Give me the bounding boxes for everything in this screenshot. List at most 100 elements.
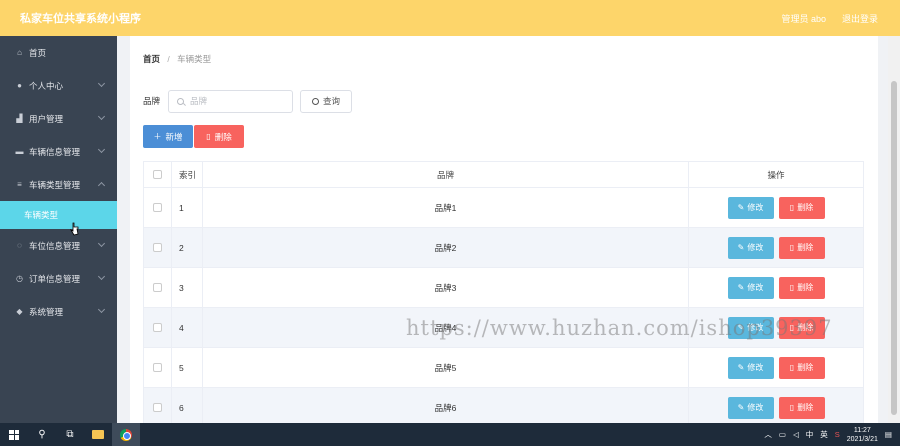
sidebar-item-label: 用户管理 xyxy=(29,113,64,124)
page-scrollbar[interactable] xyxy=(888,36,900,423)
sidebar-item-label: 车辆类型管理 xyxy=(29,179,81,190)
add-button[interactable]: ＋ 新增 xyxy=(143,125,193,148)
scrollbar-thumb[interactable] xyxy=(891,81,897,415)
row-brand: 品牌1 xyxy=(203,188,689,227)
tray-chevron-icon[interactable]: ︿ xyxy=(764,429,772,440)
notification-icon[interactable]: ▤ xyxy=(885,430,892,439)
search-input[interactable]: 品牌 xyxy=(168,89,294,113)
row-delete-label: 删除 xyxy=(797,203,814,212)
edit-label: 修改 xyxy=(747,363,764,372)
table-row: 3 品牌3 ✎ 修改 ▯ 删除 xyxy=(144,268,863,308)
system-tray: ︿ ▭ ◁ 中 英 S 11:27 2021/3/21 ▤ xyxy=(764,423,900,446)
row-ops: ✎ 修改 ▯ 删除 xyxy=(689,268,863,307)
row-ops: ✎ 修改 ▯ 删除 xyxy=(689,388,863,423)
antivirus-icon[interactable]: S xyxy=(835,430,840,439)
file-explorer-button[interactable] xyxy=(84,423,112,446)
header-brand: 品牌 xyxy=(203,162,689,187)
row-checkbox[interactable] xyxy=(153,203,162,212)
action-row: ＋ 新增 ▯ 删除 xyxy=(143,125,244,148)
select-all-checkbox[interactable] xyxy=(153,170,162,179)
pin-icon: ◆ xyxy=(16,307,23,316)
row-checkbox[interactable] xyxy=(153,243,162,252)
edit-button[interactable]: ✎ 修改 xyxy=(727,196,774,219)
row-brand: 品牌5 xyxy=(203,348,689,387)
watermark: https://www.huzhan.com/ishop39397 xyxy=(406,316,833,340)
row-checkbox[interactable] xyxy=(153,283,162,292)
breadcrumb-home[interactable]: 首页 xyxy=(143,54,160,64)
row-check-cell xyxy=(144,308,172,347)
query-button[interactable]: 查询 xyxy=(300,89,353,113)
table-row: 1 品牌1 ✎ 修改 ▯ 删除 xyxy=(144,188,863,228)
edit-button[interactable]: ✎ 修改 xyxy=(727,356,774,379)
breadcrumb: 首页 / 车辆类型 xyxy=(143,53,211,65)
sidebar-subitem-vehicle-type[interactable]: 车辆类型 xyxy=(0,201,117,229)
search-placeholder: 品牌 xyxy=(190,96,208,106)
sidebar-item-parking-info[interactable]: ◌ 车位信息管理 xyxy=(0,229,117,262)
top-right-links: 管理员 abo 退出登录 xyxy=(781,12,878,25)
task-view-icon: ⧉ xyxy=(66,429,74,440)
row-brand: 品牌2 xyxy=(203,228,689,267)
sidebar-item-home[interactable]: ⌂ 首页 xyxy=(0,36,117,69)
row-delete-label: 删除 xyxy=(797,363,814,372)
trash-icon: ▯ xyxy=(789,203,795,212)
row-index: 1 xyxy=(172,188,203,227)
edit-icon: ✎ xyxy=(737,203,745,212)
row-delete-button[interactable]: ▯ 删除 xyxy=(778,356,825,379)
add-button-label: 新增 xyxy=(165,131,183,142)
sidebar-item-vehicle-type[interactable]: ≡ 车辆类型管理 xyxy=(0,168,117,201)
taskbar-search-button[interactable]: ⚲ xyxy=(28,423,56,446)
search-label: 品牌 xyxy=(143,96,161,106)
search-icon: ⚲ xyxy=(38,429,46,440)
monitor-icon: ▬ xyxy=(15,147,24,156)
sidebar-item-system[interactable]: ◆ 系统管理 xyxy=(0,295,117,328)
row-delete-button[interactable]: ▯ 删除 xyxy=(778,236,825,259)
table-header-row: 索引 品牌 操作 xyxy=(144,162,863,188)
volume-icon[interactable]: ◁ xyxy=(793,430,799,439)
user-label: 管理员 abo xyxy=(781,13,826,24)
chevron-down-icon xyxy=(97,112,106,121)
edit-icon: ✎ xyxy=(737,283,745,292)
ime-mode[interactable]: 中 xyxy=(806,429,814,440)
edit-button[interactable]: ✎ 修改 xyxy=(727,236,774,259)
data-table: 索引 品牌 操作 1 品牌1 ✎ 修改 ▯ 删除 2 品牌2 ✎ 修改 ▯ 删除 3 xyxy=(143,161,864,423)
sidebar-item-label: 个人中心 xyxy=(29,80,64,91)
row-checkbox[interactable] xyxy=(153,363,162,372)
row-checkbox[interactable] xyxy=(153,403,162,412)
row-checkbox[interactable] xyxy=(153,323,162,332)
logout-link[interactable]: 退出登录 xyxy=(842,12,878,25)
clock[interactable]: 11:27 2021/3/21 xyxy=(847,426,878,444)
batch-delete-button[interactable]: ▯ 删除 xyxy=(194,125,244,148)
edit-button[interactable]: ✎ 修改 xyxy=(727,396,774,419)
sidebar-item-label: 首页 xyxy=(29,47,47,58)
ime-lang[interactable]: 英 xyxy=(820,429,828,440)
row-delete-label: 删除 xyxy=(797,403,814,412)
row-delete-button[interactable]: ▯ 删除 xyxy=(778,396,825,419)
clock-date: 2021/3/21 xyxy=(846,435,878,443)
row-brand: 品牌6 xyxy=(203,388,689,423)
power-icon: ◌ xyxy=(17,241,22,250)
mouse-cursor-icon xyxy=(70,222,79,236)
task-view-button[interactable]: ⧉ xyxy=(56,423,84,446)
sidebar-item-vehicle-info[interactable]: ▬ 车辆信息管理 xyxy=(0,135,117,168)
breadcrumb-current: 车辆类型 xyxy=(177,54,212,64)
sidebar-item-profile[interactable]: ● 个人中心 xyxy=(0,69,117,102)
user-icon: ● xyxy=(17,81,22,90)
breadcrumb-separator: / xyxy=(167,54,170,64)
edit-label: 修改 xyxy=(747,203,764,212)
chevron-down-icon xyxy=(97,305,106,314)
network-icon[interactable]: ▭ xyxy=(779,430,786,439)
row-check-cell xyxy=(144,228,172,267)
row-delete-button[interactable]: ▯ 删除 xyxy=(778,276,825,299)
row-delete-label: 删除 xyxy=(797,243,814,252)
start-button[interactable] xyxy=(0,423,28,446)
chevron-up-icon xyxy=(97,181,106,190)
sidebar-item-users[interactable]: ▟ 用户管理 xyxy=(0,102,117,135)
chevron-down-icon xyxy=(97,145,106,154)
app-title: 私家车位共享系统小程序 xyxy=(20,13,141,25)
row-delete-button[interactable]: ▯ 删除 xyxy=(778,196,825,219)
sliders-icon: ≡ xyxy=(17,180,22,189)
chrome-button[interactable] xyxy=(112,423,140,446)
edit-button[interactable]: ✎ 修改 xyxy=(727,276,774,299)
sidebar-item-orders[interactable]: ◷ 订单信息管理 xyxy=(0,262,117,295)
row-check-cell xyxy=(144,188,172,227)
